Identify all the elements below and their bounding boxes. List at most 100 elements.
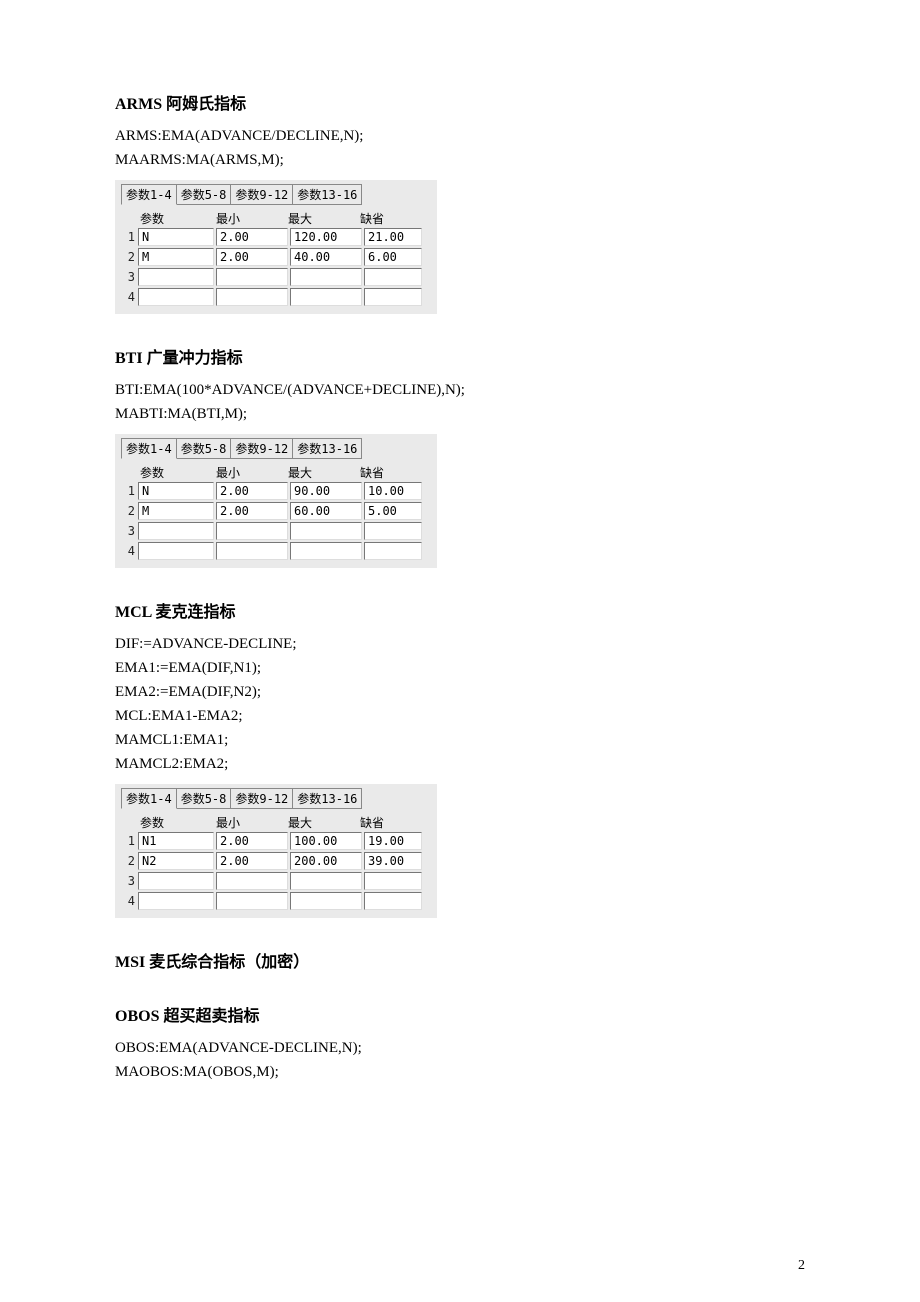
col-header-max: 最大: [288, 814, 360, 831]
param-min-cell[interactable]: [216, 542, 288, 560]
param-min-cell[interactable]: 2.00: [216, 502, 288, 520]
tab-row: 参数1-4 参数5-8 参数9-12 参数13-16: [121, 184, 431, 204]
param-def-cell[interactable]: [364, 268, 422, 286]
param-max-cell[interactable]: 40.00: [290, 248, 362, 266]
param-row: 2 M 2.00 60.00 5.00: [121, 502, 431, 520]
section-bti: BTI 广量冲力指标 BTI:EMA(100*ADVANCE/(ADVANCE+…: [115, 344, 805, 568]
param-max-cell[interactable]: 100.00: [290, 832, 362, 850]
heading-mcl: MCL 麦克连指标: [115, 598, 805, 622]
param-max-cell[interactable]: [290, 872, 362, 890]
param-max-cell[interactable]: 90.00: [290, 482, 362, 500]
param-def-cell[interactable]: [364, 892, 422, 910]
param-name-cell[interactable]: N: [138, 482, 214, 500]
row-index: 1: [121, 230, 138, 244]
heading-bti: BTI 广量冲力指标: [115, 344, 805, 368]
param-name-cell[interactable]: [138, 872, 214, 890]
param-row: 3: [121, 872, 431, 890]
tab-params-1-4[interactable]: 参数1-4: [121, 788, 177, 809]
row-index: 4: [121, 894, 138, 908]
param-max-cell[interactable]: 60.00: [290, 502, 362, 520]
param-min-cell[interactable]: [216, 268, 288, 286]
param-def-cell[interactable]: 39.00: [364, 852, 422, 870]
param-max-cell[interactable]: 200.00: [290, 852, 362, 870]
tab-params-5-8[interactable]: 参数5-8: [176, 184, 232, 205]
param-min-cell[interactable]: 2.00: [216, 248, 288, 266]
page-number: 2: [798, 1258, 805, 1274]
tab-params-1-4[interactable]: 参数1-4: [121, 438, 177, 459]
param-max-cell[interactable]: [290, 892, 362, 910]
col-header-min: 最小: [216, 210, 288, 227]
section-obos: OBOS 超买超卖指标 OBOS:EMA(ADVANCE-DECLINE,N);…: [115, 1002, 805, 1084]
row-index: 4: [121, 544, 138, 558]
tab-row: 参数1-4 参数5-8 参数9-12 参数13-16: [121, 438, 431, 458]
param-name-cell[interactable]: N1: [138, 832, 214, 850]
param-row: 4: [121, 892, 431, 910]
param-def-cell[interactable]: [364, 542, 422, 560]
tab-params-9-12[interactable]: 参数9-12: [230, 184, 293, 205]
param-def-cell[interactable]: 5.00: [364, 502, 422, 520]
param-max-cell[interactable]: [290, 542, 362, 560]
param-name-cell[interactable]: [138, 288, 214, 306]
param-min-cell[interactable]: 2.00: [216, 482, 288, 500]
param-box-mcl: 参数1-4 参数5-8 参数9-12 参数13-16 参数 最小 最大 缺省 1…: [115, 784, 437, 918]
param-min-cell[interactable]: 2.00: [216, 852, 288, 870]
col-header-max: 最大: [288, 464, 360, 481]
param-max-cell[interactable]: 120.00: [290, 228, 362, 246]
section-arms: ARMS 阿姆氏指标 ARMS:EMA(ADVANCE/DECLINE,N); …: [115, 90, 805, 314]
param-min-cell[interactable]: 2.00: [216, 228, 288, 246]
row-index: 4: [121, 290, 138, 304]
param-def-cell[interactable]: 10.00: [364, 482, 422, 500]
col-header-def: 缺省: [360, 814, 415, 831]
param-def-cell[interactable]: 6.00: [364, 248, 422, 266]
param-name-cell[interactable]: M: [138, 502, 214, 520]
param-name-cell[interactable]: [138, 542, 214, 560]
param-max-cell[interactable]: [290, 288, 362, 306]
formula-line: MABTI:MA(BTI,M);: [115, 402, 805, 426]
param-name-cell[interactable]: [138, 892, 214, 910]
param-row: 4: [121, 288, 431, 306]
param-name-cell[interactable]: M: [138, 248, 214, 266]
formulas-arms: ARMS:EMA(ADVANCE/DECLINE,N); MAARMS:MA(A…: [115, 124, 805, 172]
param-name-cell[interactable]: [138, 522, 214, 540]
row-index: 1: [121, 834, 138, 848]
param-min-cell[interactable]: 2.00: [216, 832, 288, 850]
row-index: 3: [121, 874, 138, 888]
param-min-cell[interactable]: [216, 872, 288, 890]
param-row: 2 M 2.00 40.00 6.00: [121, 248, 431, 266]
param-name-cell[interactable]: [138, 268, 214, 286]
param-row: 1 N1 2.00 100.00 19.00: [121, 832, 431, 850]
param-def-cell[interactable]: [364, 872, 422, 890]
param-min-cell[interactable]: [216, 288, 288, 306]
param-name-cell[interactable]: N: [138, 228, 214, 246]
param-max-cell[interactable]: [290, 522, 362, 540]
tab-params-13-16[interactable]: 参数13-16: [292, 438, 362, 459]
formula-line: ARMS:EMA(ADVANCE/DECLINE,N);: [115, 124, 805, 148]
param-box-arms: 参数1-4 参数5-8 参数9-12 参数13-16 参数 最小 最大 缺省 1…: [115, 180, 437, 314]
row-index: 1: [121, 484, 138, 498]
tab-params-5-8[interactable]: 参数5-8: [176, 788, 232, 809]
tab-params-5-8[interactable]: 参数5-8: [176, 438, 232, 459]
param-def-cell[interactable]: [364, 522, 422, 540]
param-def-cell[interactable]: 21.00: [364, 228, 422, 246]
param-min-cell[interactable]: [216, 522, 288, 540]
param-row: 1 N 2.00 120.00 21.00: [121, 228, 431, 246]
col-header-def: 缺省: [360, 210, 415, 227]
row-index: 2: [121, 504, 138, 518]
col-header-param: 参数: [136, 464, 216, 481]
tab-params-13-16[interactable]: 参数13-16: [292, 184, 362, 205]
formula-line: BTI:EMA(100*ADVANCE/(ADVANCE+DECLINE),N)…: [115, 378, 805, 402]
heading-msi: MSI 麦氏综合指标（加密）: [115, 948, 805, 972]
param-name-cell[interactable]: N2: [138, 852, 214, 870]
param-min-cell[interactable]: [216, 892, 288, 910]
param-def-cell[interactable]: 19.00: [364, 832, 422, 850]
param-def-cell[interactable]: [364, 288, 422, 306]
param-row: 4: [121, 542, 431, 560]
row-index: 3: [121, 524, 138, 538]
param-max-cell[interactable]: [290, 268, 362, 286]
tab-params-9-12[interactable]: 参数9-12: [230, 438, 293, 459]
tab-params-1-4[interactable]: 参数1-4: [121, 184, 177, 205]
param-header: 参数 最小 最大 缺省: [121, 462, 431, 482]
formula-line: MCL:EMA1-EMA2;: [115, 704, 805, 728]
tab-params-13-16[interactable]: 参数13-16: [292, 788, 362, 809]
tab-params-9-12[interactable]: 参数9-12: [230, 788, 293, 809]
